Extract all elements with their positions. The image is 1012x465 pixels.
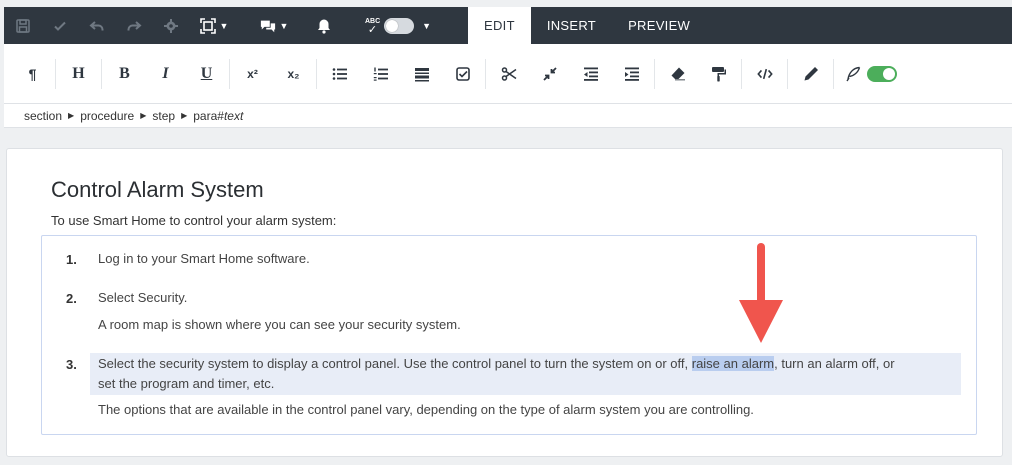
- step-text[interactable]: Select the security system to display a …: [98, 354, 958, 394]
- checkmark-icon[interactable]: [41, 7, 78, 44]
- chevron-down-icon: ▼: [422, 20, 432, 31]
- full-screen-menu[interactable]: ▼: [189, 7, 239, 44]
- caret-right-icon: ▶: [140, 111, 147, 120]
- step-number: 1.: [66, 252, 77, 267]
- comments-menu[interactable]: ▼: [249, 7, 299, 44]
- toolbar-divider: [229, 58, 230, 89]
- comments-icon: [260, 20, 275, 32]
- save-icon[interactable]: [4, 7, 41, 44]
- step-text[interactable]: Log in to your Smart Home software.: [98, 249, 310, 269]
- document-title[interactable]: Control Alarm System: [51, 177, 264, 203]
- definition-list-icon[interactable]: [401, 54, 442, 94]
- indent-icon[interactable]: [611, 54, 652, 94]
- breadcrumb-hash: #: [217, 108, 224, 123]
- format-painter-icon[interactable]: [698, 54, 739, 94]
- heading-icon[interactable]: H: [58, 54, 99, 94]
- step-text-line2: set the program and timer, etc.: [98, 376, 275, 391]
- step-text[interactable]: Select Security.: [98, 288, 187, 308]
- track-changes-control[interactable]: [836, 54, 906, 94]
- bulleted-list-icon[interactable]: [319, 54, 360, 94]
- caret-right-icon: ▶: [181, 111, 188, 120]
- step-number: 2.: [66, 291, 77, 306]
- undo-icon[interactable]: [78, 7, 115, 44]
- toolbar-divider: [654, 58, 655, 89]
- italic-icon[interactable]: I: [145, 54, 186, 94]
- settings-gear-icon[interactable]: [152, 7, 189, 44]
- redo-icon[interactable]: [115, 7, 152, 44]
- track-changes-toggle[interactable]: [867, 65, 897, 82]
- editor-mode-tabs: EDIT INSERT PREVIEW: [468, 7, 706, 44]
- collapse-icon[interactable]: [529, 54, 570, 94]
- arrow-down-annotation-icon: [739, 243, 783, 343]
- step-text-before: Select the security system to display a …: [98, 356, 692, 371]
- code-icon[interactable]: [744, 54, 785, 94]
- notifications-bell-icon[interactable]: [305, 7, 342, 44]
- breadcrumb-item-procedure[interactable]: procedure: [80, 109, 134, 123]
- superscript-icon[interactable]: x²: [232, 54, 273, 94]
- toolbar-divider: [485, 58, 486, 89]
- outdent-icon[interactable]: [570, 54, 611, 94]
- step-note[interactable]: A room map is shown where you can see yo…: [98, 315, 461, 335]
- bold-icon[interactable]: B: [104, 54, 145, 94]
- spellcheck-toggle[interactable]: [384, 17, 415, 34]
- breadcrumb-item-section[interactable]: section: [24, 109, 62, 123]
- tab-insert[interactable]: INSERT: [531, 7, 612, 44]
- step-text-after: , turn an alarm off, or: [774, 356, 895, 371]
- step-note[interactable]: The options that are available in the co…: [98, 400, 754, 420]
- chevron-down-icon: ▼: [279, 20, 289, 31]
- quill-feather-icon: [846, 66, 861, 81]
- document-editor[interactable]: Control Alarm System To use Smart Home t…: [6, 148, 1003, 457]
- tab-preview[interactable]: PREVIEW: [612, 7, 706, 44]
- spellcheck-control[interactable]: ABC ✓ ▼: [352, 7, 444, 44]
- breadcrumb-text-label: text: [223, 108, 244, 123]
- main-toolbar: ▼ ▼ ABC ✓ ▼ EDIT INSERT PREVIEW: [4, 7, 1012, 44]
- chevron-down-icon: ▼: [219, 20, 229, 31]
- formatting-toolbar: ¶ H B I U x² x₂: [4, 44, 1012, 104]
- procedure-steps: 1. Log in to your Smart Home software. 2…: [41, 235, 977, 435]
- selected-text[interactable]: raise an alarm: [691, 356, 775, 371]
- breadcrumb: section ▶ procedure ▶ step ▶ para#text: [4, 104, 1012, 128]
- breadcrumb-item-para[interactable]: para#text: [193, 109, 243, 123]
- toolbar-divider: [101, 58, 102, 89]
- document-intro[interactable]: To use Smart Home to control your alarm …: [51, 213, 336, 228]
- pencil-icon[interactable]: [790, 54, 831, 94]
- checklist-icon[interactable]: [442, 54, 483, 94]
- step-number: 3.: [66, 357, 77, 372]
- toolbar-divider: [55, 58, 56, 89]
- cut-scissors-icon[interactable]: [488, 54, 529, 94]
- paragraph-icon[interactable]: ¶: [12, 54, 53, 94]
- spellcheck-icon: ABC ✓: [364, 17, 381, 36]
- subscript-icon[interactable]: x₂: [273, 54, 314, 94]
- toolbar-divider: [787, 58, 788, 89]
- eraser-icon[interactable]: [657, 54, 698, 94]
- numbered-list-icon[interactable]: [360, 54, 401, 94]
- underline-icon[interactable]: U: [186, 54, 227, 94]
- toolbar-divider: [833, 58, 834, 89]
- tab-edit[interactable]: EDIT: [468, 7, 531, 44]
- toolbar-divider: [316, 58, 317, 89]
- toolbar-divider: [741, 58, 742, 89]
- breadcrumb-para-label: para: [193, 108, 218, 123]
- breadcrumb-item-step[interactable]: step: [152, 109, 175, 123]
- full-screen-icon: [199, 17, 216, 34]
- caret-right-icon: ▶: [68, 111, 75, 120]
